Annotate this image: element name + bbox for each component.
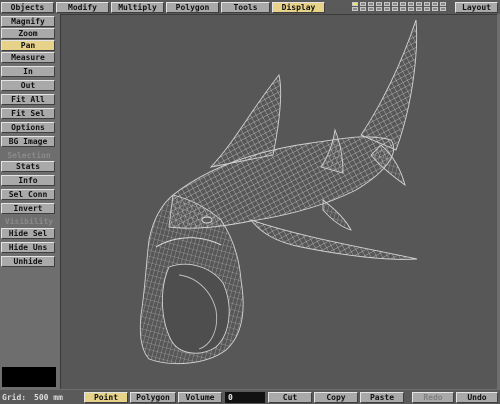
layer-cell[interactable] [416, 2, 422, 6]
tab-display[interactable]: Display [272, 2, 325, 13]
modeler-viewport[interactable] [60, 14, 497, 389]
shark-wireframe [139, 19, 418, 365]
layer-cell[interactable] [424, 7, 430, 11]
layer-cell[interactable] [384, 7, 390, 11]
status-display [2, 367, 56, 387]
layer-cell[interactable] [360, 2, 366, 6]
selection-section-label: Selection [7, 151, 51, 160]
measure-button[interactable]: Measure [1, 52, 55, 63]
unhide-button[interactable]: Unhide [1, 256, 55, 267]
pelvic-fin [322, 199, 352, 231]
sel-conn-button[interactable]: Sel Conn [1, 189, 55, 200]
hide-sel-button[interactable]: Hide Sel [1, 228, 55, 239]
visibility-section-label: Visibility [4, 217, 54, 226]
layer-cell[interactable] [360, 7, 366, 11]
layer-cell[interactable] [432, 7, 438, 11]
layer-cell[interactable] [376, 2, 382, 6]
cut-button[interactable]: Cut [268, 392, 312, 403]
hide-uns-button[interactable]: Hide Uns [1, 242, 55, 253]
undo-button[interactable]: Undo [456, 392, 498, 403]
zoom-button[interactable]: Zoom [1, 28, 55, 39]
pectoral-fin [249, 219, 418, 260]
options-button[interactable]: Options [1, 122, 55, 133]
layer-cell[interactable] [416, 7, 422, 11]
layer-cell[interactable] [408, 7, 414, 11]
shark-eye [201, 216, 213, 224]
layout-button[interactable]: Layout [455, 2, 498, 13]
info-button[interactable]: Info [1, 175, 55, 186]
stats-button[interactable]: Stats [1, 161, 55, 172]
layer-cell[interactable] [368, 7, 374, 11]
bg-image-button[interactable]: BG Image [1, 136, 55, 147]
numeric-input[interactable]: 0 [225, 392, 265, 403]
layer-cell[interactable] [392, 7, 398, 11]
layer-cell[interactable] [368, 2, 374, 6]
fit-sel-button[interactable]: Fit Sel [1, 108, 55, 119]
zoom-out-button[interactable]: Out [1, 80, 55, 91]
grid-size-value: 500 mm [34, 393, 63, 402]
tail-upper-lobe [360, 19, 418, 151]
layer-cell[interactable] [440, 2, 446, 6]
invert-button[interactable]: Invert [1, 203, 55, 214]
fit-all-button[interactable]: Fit All [1, 94, 55, 105]
layer-cell[interactable] [352, 2, 358, 6]
layer-cell[interactable] [400, 7, 406, 11]
layer-cell[interactable] [408, 2, 414, 6]
layer-selector[interactable] [352, 2, 450, 12]
layer-cell[interactable] [392, 2, 398, 6]
tab-polygon[interactable]: Polygon [166, 2, 219, 13]
layer-cell[interactable] [424, 2, 430, 6]
tab-modify[interactable]: Modify [56, 2, 109, 13]
tab-objects[interactable]: Objects [1, 2, 54, 13]
layer-cell[interactable] [384, 2, 390, 6]
layer-cell[interactable] [376, 7, 382, 11]
layer-cell[interactable] [440, 7, 446, 11]
polygon-mode-button[interactable]: Polygon [130, 392, 176, 403]
volume-mode-button[interactable]: Volume [178, 392, 222, 403]
tab-multiply[interactable]: Multiply [111, 2, 164, 13]
zoom-in-button[interactable]: In [1, 66, 55, 77]
layer-cell[interactable] [400, 2, 406, 6]
point-mode-button[interactable]: Point [84, 392, 128, 403]
redo-button[interactable]: Redo [412, 392, 454, 403]
layer-cell[interactable] [432, 2, 438, 6]
magnify-button[interactable]: Magnify [1, 16, 55, 27]
copy-button[interactable]: Copy [314, 392, 358, 403]
tab-tools[interactable]: Tools [221, 2, 270, 13]
grid-label: Grid: [2, 393, 27, 402]
layer-cell[interactable] [352, 7, 358, 11]
paste-button[interactable]: Paste [360, 392, 404, 403]
pan-button[interactable]: Pan [1, 40, 55, 51]
